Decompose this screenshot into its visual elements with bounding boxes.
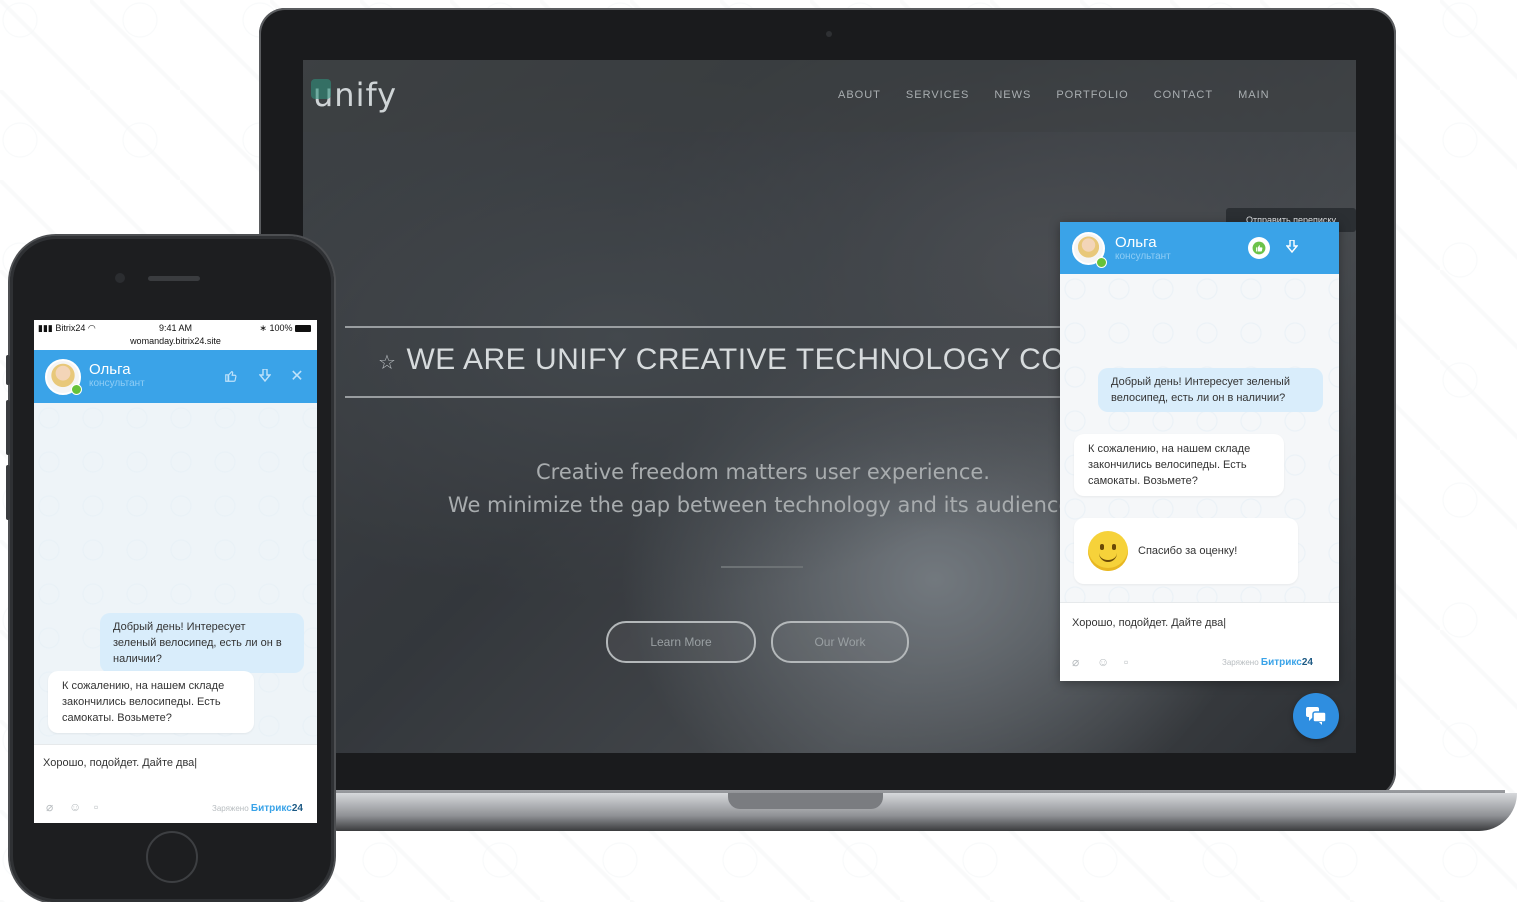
chat-input-area: Хорошо, подойдет. Дайте два| ⌀ ☺ ▫ Заряж… — [1060, 602, 1339, 681]
hero-small-divider — [721, 566, 803, 568]
download-icon — [259, 369, 271, 383]
smile-icon[interactable]: ☺ — [1097, 655, 1109, 669]
powered-prefix: Заряжено — [212, 804, 249, 813]
smile-icon[interactable]: ☺ — [69, 800, 81, 814]
file-icon[interactable]: ▫ — [94, 800, 98, 814]
hero-divider-top — [345, 326, 1065, 328]
laptop-screen: unify ABOUT SERVICES NEWS PORTFOLIO CONT… — [303, 60, 1356, 753]
chat-launcher-button[interactable] — [1293, 693, 1339, 739]
phone-camera — [115, 273, 125, 283]
phone-volume-up — [6, 400, 10, 455]
rating-message: Спасибо за оценку! — [1074, 518, 1298, 584]
address-bar[interactable]: womanday.bitrix24.site — [34, 336, 317, 346]
operator-name: Ольга — [1115, 234, 1157, 251]
phone-powered-by[interactable]: Заряжено Битрикс24 — [212, 803, 303, 814]
brand-name: Битрикс — [1260, 657, 1302, 668]
like-button[interactable] — [1248, 237, 1270, 259]
laptop-base — [300, 793, 1517, 831]
powered-brand: Битрикс24 — [251, 803, 303, 814]
phone-home-button[interactable] — [146, 831, 198, 883]
nav-item-services[interactable]: SERVICES — [906, 89, 969, 101]
battery-icon — [295, 325, 311, 333]
chat-input[interactable]: Хорошо, подойдет. Дайте два| — [1072, 617, 1226, 629]
phone-operator-name: Ольга — [89, 361, 131, 378]
powered-brand: Битрикс24 — [1261, 657, 1313, 668]
rating-thanks-text: Спасибо за оценку! — [1138, 545, 1238, 557]
paperclip-icon[interactable]: ⌀ — [46, 800, 53, 814]
close-icon[interactable]: ✕ — [287, 365, 307, 387]
battery: ∗ 100% — [259, 323, 311, 334]
phone-download-button[interactable] — [255, 366, 275, 386]
phone-screen: ▮▮▮ Bitrix24 ◠ 9:41 AM ∗ 100% womanday.b… — [34, 320, 317, 823]
nav-item-portfolio[interactable]: PORTFOLIO — [1056, 89, 1128, 101]
phone-like-button[interactable] — [221, 366, 241, 386]
powered-prefix: Заряжено — [1222, 658, 1259, 667]
chat-widget: Ольга консультант Добрый день! Интересуе… — [1060, 222, 1339, 681]
chat-bubbles-icon — [1306, 707, 1327, 725]
site-nav: ABOUT SERVICES NEWS PORTFOLIO CONTACT MA… — [838, 89, 1270, 101]
powered-by[interactable]: Заряжено Битрикс24 — [1222, 657, 1313, 668]
smiley-icon — [1088, 531, 1128, 571]
learn-more-button[interactable]: Learn More — [606, 621, 756, 663]
our-work-button[interactable]: Our Work — [771, 621, 909, 663]
nav-item-main[interactable]: MAIN — [1238, 89, 1270, 101]
phone-message-outgoing: Добрый день! Интересует зеленый велосипе… — [100, 613, 304, 673]
bluetooth-icon: ∗ — [259, 323, 267, 333]
operator-role: консультант — [1115, 251, 1171, 262]
paperclip-icon[interactable]: ⌀ — [1072, 655, 1079, 669]
hero-divider-bottom — [345, 396, 1065, 398]
phone-chat-header: Ольга консультант ✕ — [34, 350, 317, 403]
phone-volume-down — [6, 465, 10, 520]
hero-title-text: WE ARE UNIFY CREATIVE TECHNOLOGY COMP — [406, 343, 1112, 376]
chat-header: Ольга консультант — [1060, 222, 1339, 274]
laptop-camera — [826, 31, 832, 37]
phone-speaker — [148, 276, 200, 281]
phone-message-incoming: К сожалению, на нашем складе закончились… — [48, 671, 254, 733]
nav-item-about[interactable]: ABOUT — [838, 89, 881, 101]
hero-title: ☆ WE ARE UNIFY CREATIVE TECHNOLOGY COMP — [378, 343, 1111, 377]
message-outgoing: Добрый день! Интересует зеленый велосипе… — [1098, 368, 1323, 412]
online-indicator — [1096, 257, 1107, 268]
thumbs-up-icon — [1252, 241, 1266, 255]
phone-operator-role: консультант — [89, 378, 145, 389]
download-button[interactable] — [1282, 237, 1302, 257]
battery-level: 100% — [269, 323, 293, 333]
thumbs-up-icon — [225, 370, 237, 382]
brand-number: 24 — [1301, 657, 1313, 668]
phone-online-indicator — [71, 384, 82, 395]
phone-chat-input-area: Хорошо, подойдет. Дайте два| ⌀ ☺ ▫ Заряж… — [34, 744, 317, 823]
file-icon[interactable]: ▫ — [1124, 655, 1128, 669]
laptop-notch — [728, 793, 883, 809]
status-bar: ▮▮▮ Bitrix24 ◠ 9:41 AM ∗ 100% womanday.b… — [34, 320, 317, 350]
site-logo[interactable]: unify — [310, 76, 397, 114]
phone-chat-input[interactable]: Хорошо, подойдет. Дайте два| — [43, 757, 197, 769]
download-icon — [1286, 240, 1298, 254]
site-header: unify ABOUT SERVICES NEWS PORTFOLIO CONT… — [303, 60, 1356, 132]
nav-item-contact[interactable]: CONTACT — [1154, 89, 1213, 101]
phone-side-button — [6, 355, 10, 385]
nav-item-news[interactable]: NEWS — [994, 89, 1031, 101]
message-incoming: К сожалению, на нашем складе закончились… — [1074, 434, 1284, 496]
brand-number: 24 — [291, 803, 303, 814]
brand-name: Битрикс — [250, 803, 292, 814]
star-icon: ☆ — [378, 352, 397, 374]
